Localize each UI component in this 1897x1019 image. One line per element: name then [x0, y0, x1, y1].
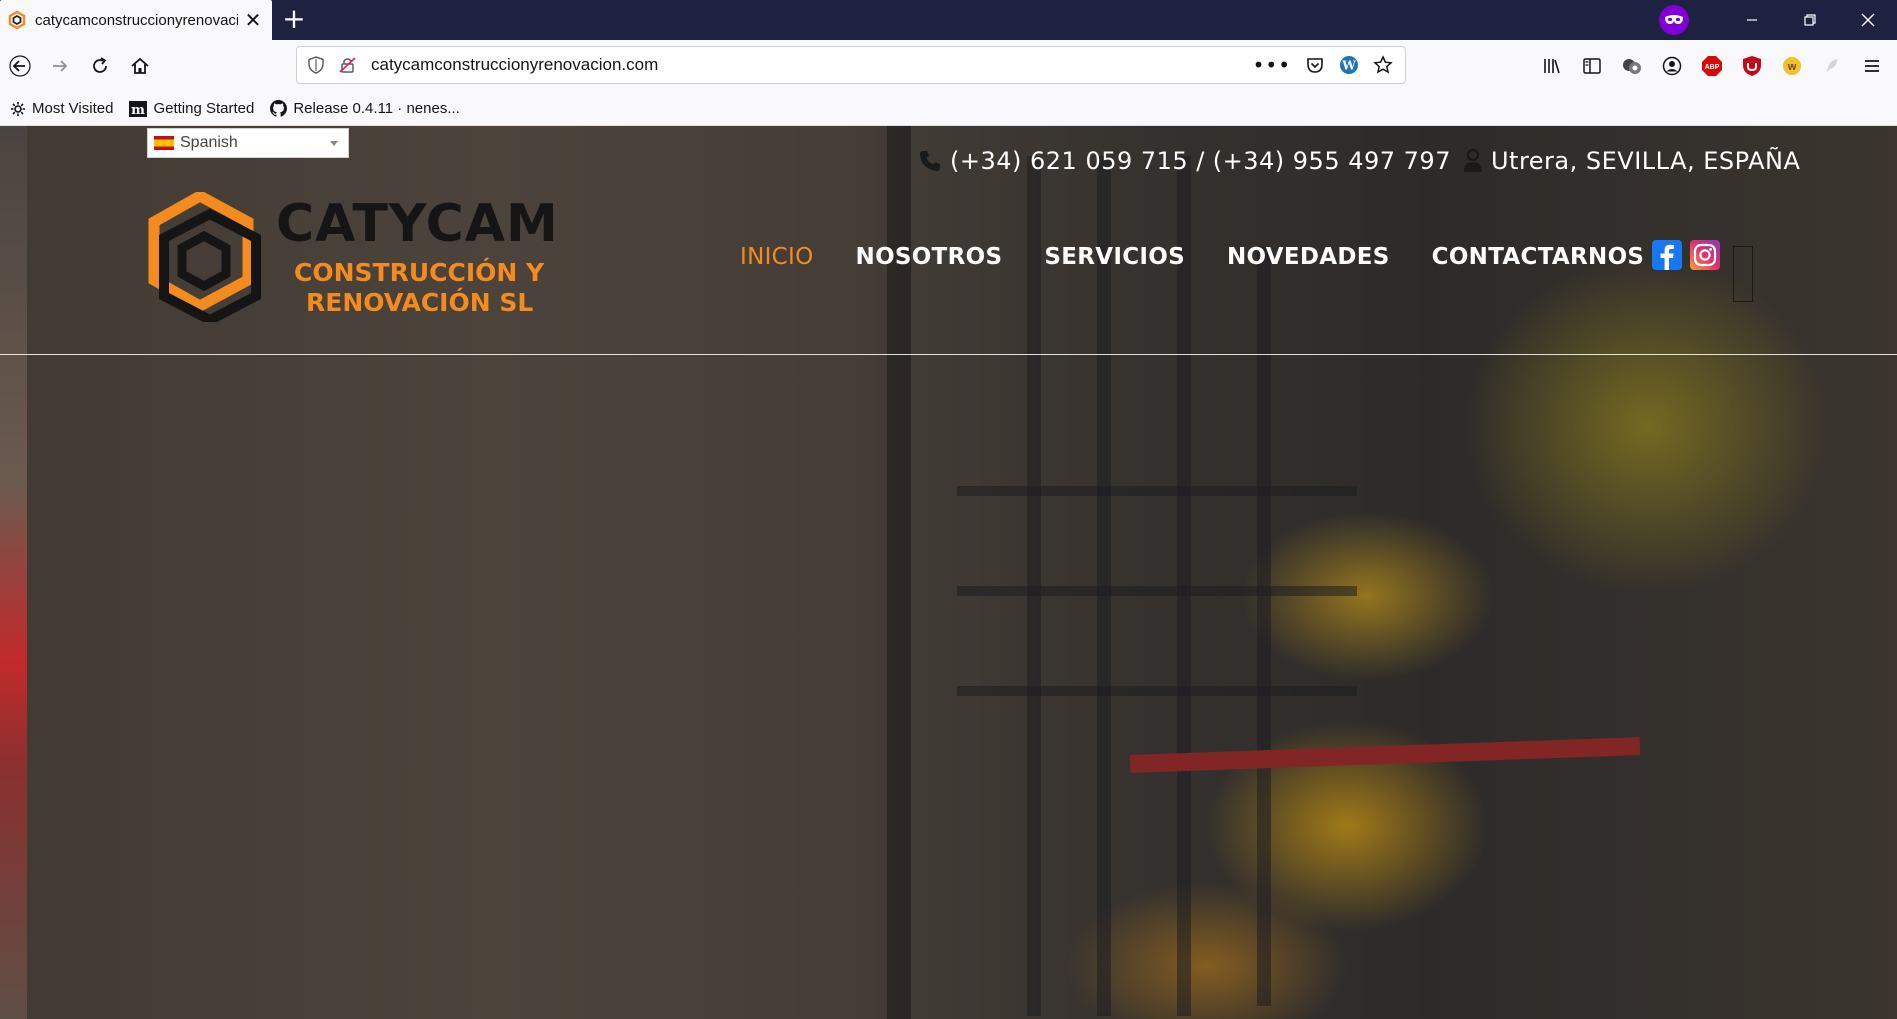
svg-text:m: m — [132, 103, 146, 117]
page-actions-icon[interactable]: ••• — [1253, 53, 1291, 77]
logo-subtitle-line-2: RENOVACIÓN SL — [306, 288, 534, 317]
ublock-icon — [1743, 56, 1761, 76]
logo-subtitle-line-1: CONSTRUCCIÓN Y — [294, 258, 545, 287]
user-location-icon — [1463, 148, 1482, 172]
menu-toggle-widget[interactable] — [1733, 246, 1753, 302]
bookmarks-toolbar: Most Visited m Getting Started Release 0… — [0, 92, 1897, 126]
language-select[interactable]: Spanish — [147, 128, 349, 158]
navigation-toolbar: catycamconstruccionyrenovacion.com ••• W… — [0, 40, 1897, 92]
hexagon-logo-icon — [148, 192, 261, 322]
close-window-button[interactable] — [1839, 0, 1897, 40]
bookmark-most-visited[interactable]: Most Visited — [10, 100, 113, 117]
address-bar[interactable]: catycamconstruccionyrenovacion.com ••• W — [296, 46, 1406, 84]
restore-button[interactable] — [1781, 0, 1839, 40]
medium-icon: m — [129, 100, 148, 117]
extension-w-button[interactable]: w — [1776, 50, 1808, 82]
nav-inicio[interactable]: INICIO — [740, 244, 814, 270]
account-button[interactable] — [1656, 50, 1688, 82]
phone-number-1[interactable]: (+34) 621 059 715 — [950, 147, 1188, 175]
tab-strip: catycamconstruccionyrenovacion.com ✕ + — [0, 0, 1897, 40]
svg-text:ABP: ABP — [1705, 64, 1720, 71]
facebook-link[interactable] — [1652, 240, 1682, 270]
back-arrow-icon — [9, 55, 31, 77]
web-page: Spanish (+34) 621 059 715 / (+34) 955 49… — [0, 126, 1897, 1019]
phone-number-2[interactable]: (+34) 955 497 797 — [1213, 147, 1451, 175]
phone-icon — [920, 151, 940, 171]
abp-icon: ABP — [1702, 56, 1722, 76]
contact-info-bar: (+34) 621 059 715 / (+34) 955 497 797 Ut… — [918, 144, 1800, 178]
svg-text:w: w — [1787, 61, 1797, 73]
location-text: Utrera, SEVILLA, ESPAÑA — [1490, 147, 1801, 175]
new-tab-button[interactable]: + — [272, 0, 316, 40]
svg-text:W: W — [1341, 59, 1356, 73]
nav-contactarnos[interactable]: CONTACTARNOS — [1432, 244, 1645, 270]
bookmark-label: Getting Started — [153, 100, 255, 117]
pocket-icon[interactable] — [1305, 55, 1325, 75]
insecure-lock-icon[interactable] — [339, 56, 357, 74]
containers-icon — [1623, 59, 1641, 74]
sidebar-icon — [1583, 58, 1601, 74]
minimize-button[interactable] — [1723, 0, 1781, 40]
forward-arrow-icon — [53, 60, 68, 72]
bookmark-getting-started[interactable]: m Getting Started — [129, 100, 254, 117]
reload-button[interactable] — [80, 46, 120, 86]
forward-button[interactable] — [40, 46, 80, 86]
logo-title: CATYCAM — [276, 194, 559, 254]
header-divider — [0, 354, 1897, 355]
gear-icon — [11, 101, 25, 116]
reload-icon — [93, 57, 107, 73]
close-icon — [1861, 13, 1875, 27]
site-favicon-icon — [8, 11, 26, 29]
home-icon — [131, 57, 149, 74]
close-tab-icon[interactable]: ✕ — [244, 10, 262, 30]
account-icon — [1662, 56, 1682, 76]
menu-button[interactable] — [1856, 50, 1888, 82]
instagram-icon — [1693, 243, 1717, 267]
active-tab[interactable]: catycamconstruccionyrenovacion.com ✕ — [0, 0, 272, 40]
instagram-link[interactable] — [1690, 240, 1720, 270]
nav-nosotros[interactable]: NOSOTROS — [856, 244, 1003, 270]
restore-icon — [1804, 14, 1816, 26]
nav-servicios[interactable]: SERVICIOS — [1044, 244, 1185, 270]
url-text[interactable]: catycamconstruccionyrenovacion.com — [371, 55, 1253, 75]
back-button[interactable] — [0, 46, 40, 86]
w-extension-icon: w — [1783, 57, 1801, 75]
shield-icon[interactable] — [307, 56, 325, 74]
hamburger-menu-icon — [1865, 60, 1879, 72]
nav-novedades[interactable]: NOVEDADES — [1227, 244, 1390, 270]
social-links — [1652, 240, 1720, 270]
library-icon — [1544, 59, 1560, 74]
phone-separator: / — [1196, 147, 1205, 175]
tab-title: catycamconstruccionyrenovacion.com — [35, 11, 238, 29]
private-browsing-icon — [1659, 5, 1689, 35]
ublock-button[interactable] — [1736, 50, 1768, 82]
facebook-icon — [1660, 244, 1674, 270]
wordpress-icon[interactable]: W — [1339, 55, 1359, 75]
left-background-strip — [0, 126, 27, 1019]
sidebar-button[interactable] — [1576, 50, 1608, 82]
language-selected-value: Spanish — [180, 134, 238, 151]
mask-icon — [1665, 15, 1683, 24]
bookmark-release[interactable]: Release 0.4.11 · nenes... — [270, 100, 460, 117]
chevron-down-icon — [330, 141, 338, 146]
github-icon — [270, 100, 288, 117]
site-logo[interactable]: CATYCAM CONSTRUCCIÓN Y RENOVACIÓN SL — [148, 192, 558, 322]
extension-1-button[interactable] — [1616, 50, 1648, 82]
home-button[interactable] — [120, 46, 160, 86]
minimize-icon — [1747, 19, 1757, 21]
main-navigation: INICIO NOSOTROS SERVICIOS NOVEDADES CONT… — [740, 244, 1644, 270]
bookmark-label: Most Visited — [32, 100, 114, 117]
bookmark-star-icon[interactable] — [1373, 55, 1393, 75]
spain-flag-icon — [154, 136, 174, 150]
adblock-button[interactable]: ABP — [1696, 50, 1728, 82]
bookmark-label: Release 0.4.11 · nenes... — [293, 100, 460, 117]
extension-disabled-button[interactable] — [1816, 50, 1848, 82]
feather-icon — [1827, 59, 1837, 72]
library-button[interactable] — [1536, 50, 1568, 82]
